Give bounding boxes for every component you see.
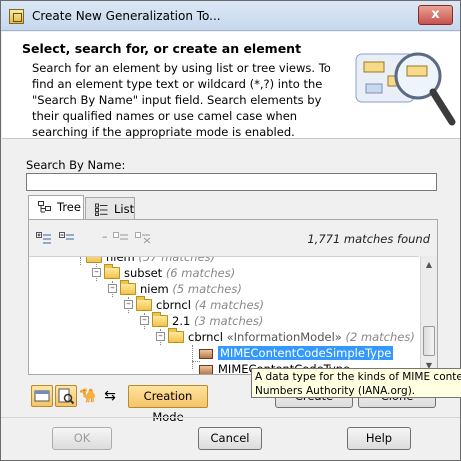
header-description: Search for an element by using list or t… bbox=[32, 61, 331, 139]
toolbar-separator: – bbox=[102, 230, 108, 243]
tree-scrollbar[interactable]: ▲ ▼ bbox=[420, 256, 437, 374]
close-button[interactable]: x bbox=[418, 5, 453, 25]
creation-mode-button[interactable]: Creation Mode bbox=[128, 385, 208, 424]
search-by-name-input[interactable] bbox=[26, 173, 437, 191]
expand-selected-icon[interactable] bbox=[113, 232, 129, 244]
tab-tree[interactable]: Tree bbox=[28, 195, 84, 220]
tree-item-matches: (2 matches) bbox=[345, 330, 415, 344]
window-title: Create New Generalization To... bbox=[32, 9, 221, 23]
tree-item[interactable]: cbrncl «InformationModel» (2 matches) bbox=[168, 328, 415, 345]
element-tree: niem (57 matches) – subset (6 matches) –… bbox=[29, 256, 419, 374]
collapse-selected-icon[interactable] bbox=[135, 232, 151, 244]
tree-item[interactable]: niem (5 matches) bbox=[120, 280, 242, 297]
expand-all-icon[interactable] bbox=[36, 232, 52, 244]
camel-case-icon[interactable]: 🐪 bbox=[79, 388, 97, 404]
tree-item[interactable]: 2.1 (3 matches) bbox=[152, 312, 264, 329]
tree-connector bbox=[80, 257, 81, 265]
tree-item-name: cbrncl bbox=[156, 298, 191, 312]
match-count: 1,771 matches found bbox=[307, 232, 430, 246]
app-icon bbox=[9, 9, 24, 24]
title-bar[interactable]: Create New Generalization To... x bbox=[1, 1, 460, 31]
tree-connector bbox=[192, 345, 193, 369]
tab-list-label: List bbox=[114, 202, 135, 216]
cancel-button[interactable]: Cancel bbox=[198, 427, 262, 450]
search-in-button[interactable] bbox=[55, 385, 77, 407]
help-button[interactable]: Help bbox=[347, 427, 411, 450]
element-tooltip: A data type for the kinds of MIME conten… bbox=[251, 368, 461, 398]
tree-view-icon bbox=[38, 201, 51, 213]
folder-icon bbox=[152, 312, 168, 327]
folder-icon bbox=[104, 264, 120, 279]
folder-icon bbox=[168, 328, 184, 343]
search-by-name-label: Search By Name: bbox=[26, 158, 126, 172]
dialog-header: Select, search for, or create an element… bbox=[2, 32, 460, 139]
tree-toolbar: – 1,771 matches found bbox=[29, 220, 437, 256]
folder-icon bbox=[136, 296, 152, 311]
tree-item-name: cbrncl bbox=[188, 330, 223, 344]
tree-item-name: MIMEContentCodeSimpleType bbox=[218, 346, 394, 360]
tree-item-name: subset bbox=[124, 266, 163, 280]
footer-divider bbox=[1, 417, 460, 418]
data-type-icon bbox=[199, 349, 213, 359]
window-icon bbox=[34, 390, 50, 402]
collapse-toggle-icon[interactable]: – bbox=[140, 316, 149, 325]
show-element-button[interactable] bbox=[31, 385, 53, 407]
folder-icon bbox=[120, 280, 136, 295]
scroll-up-arrow-icon[interactable]: ▲ bbox=[421, 256, 437, 273]
tree-item-name: 2.1 bbox=[172, 314, 191, 328]
collapse-toggle-icon[interactable]: – bbox=[156, 332, 165, 341]
tree-item-matches: (57 matches) bbox=[138, 256, 216, 264]
tree-item-selected[interactable]: MIMEContentCodeSimpleType bbox=[199, 345, 394, 361]
scrollbar-thumb[interactable] bbox=[423, 326, 435, 356]
dialog-window: Create New Generalization To... x Select… bbox=[0, 0, 461, 461]
tree-item-matches: (6 matches) bbox=[165, 266, 236, 280]
collapse-all-icon[interactable] bbox=[59, 232, 75, 244]
tree-item[interactable]: subset (6 matches) bbox=[104, 264, 236, 281]
tab-list[interactable]: List bbox=[85, 197, 135, 219]
collapse-toggle-icon[interactable]: – bbox=[108, 284, 117, 293]
tab-tree-label: Tree bbox=[57, 200, 81, 214]
tree-item-name: niem bbox=[140, 282, 169, 296]
tree-item[interactable]: cbrncl (4 matches) bbox=[136, 296, 265, 313]
search-document-icon bbox=[58, 388, 75, 405]
tooltip-line: A data type for the kinds of MIME conten… bbox=[255, 371, 461, 383]
qualified-name-icon[interactable]: ⇆ bbox=[101, 388, 119, 404]
tree-item-matches: (4 matches) bbox=[194, 298, 265, 312]
tree-item-matches: (5 matches) bbox=[172, 282, 242, 296]
data-type-icon bbox=[199, 365, 213, 374]
search-magnifier-illustration-icon bbox=[355, 52, 456, 126]
tree-item-matches: (3 matches) bbox=[193, 314, 264, 328]
tree-item-stereotype: «InformationModel» bbox=[226, 330, 342, 344]
folder-icon bbox=[86, 257, 102, 263]
collapse-toggle-icon[interactable]: – bbox=[124, 300, 133, 309]
tooltip-line: Numbers Authority (IANA.org). bbox=[255, 385, 416, 397]
collapse-toggle-icon[interactable]: – bbox=[92, 268, 101, 277]
ok-button[interactable]: OK bbox=[52, 427, 112, 450]
list-view-icon bbox=[95, 203, 108, 216]
tree-panel: – 1,771 matches found niem (57 matches) bbox=[28, 219, 438, 375]
header-title: Select, search for, or create an element bbox=[22, 41, 302, 56]
tree-item-name: niem bbox=[106, 256, 135, 264]
